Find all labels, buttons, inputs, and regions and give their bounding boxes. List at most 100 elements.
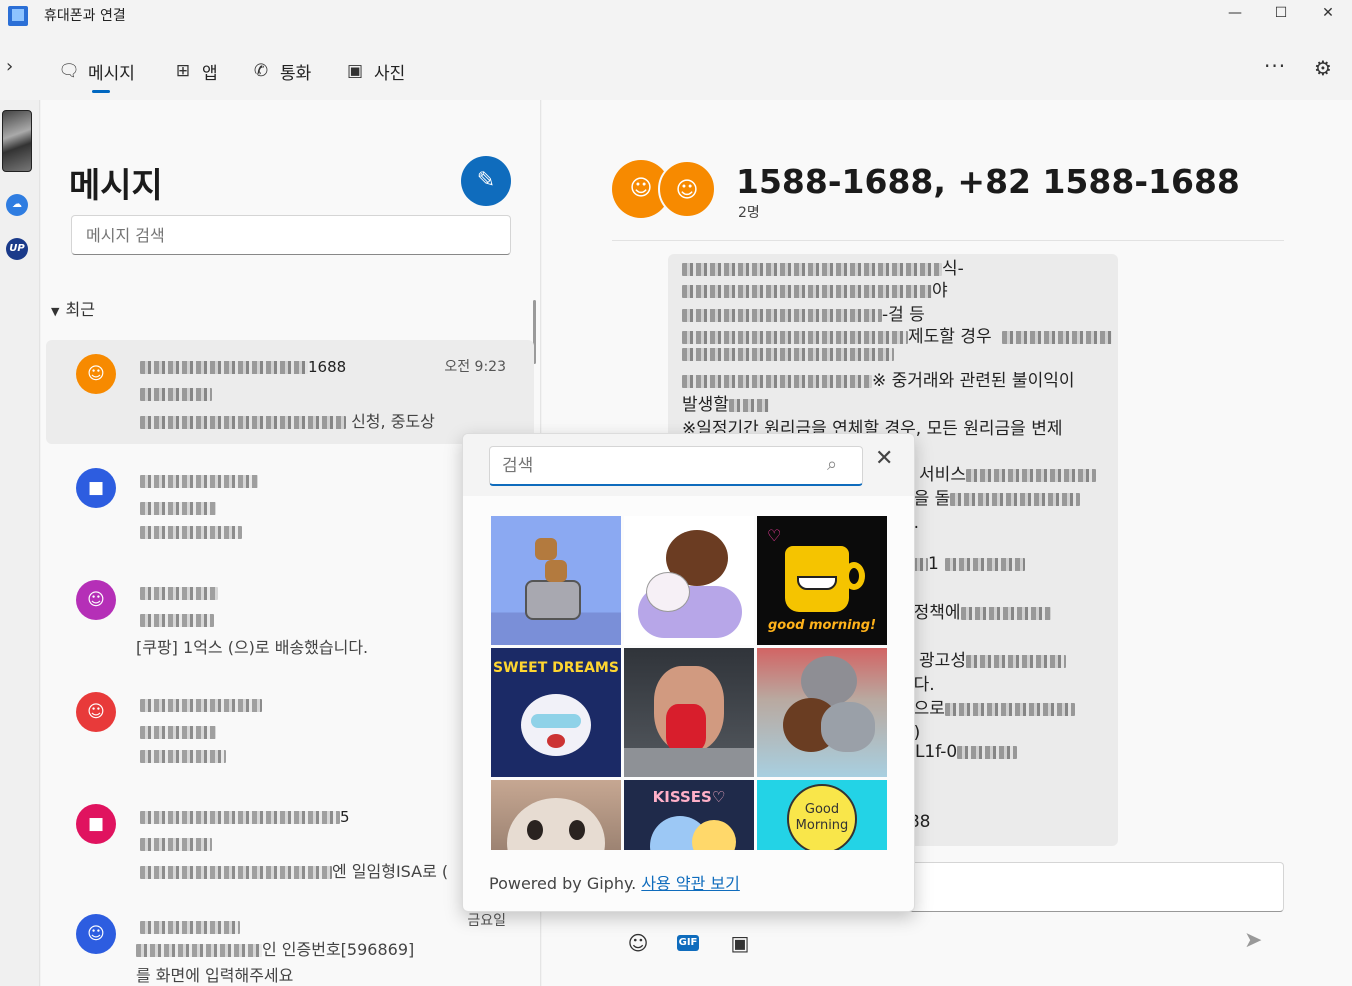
good-morning-gif[interactable]: Good Morning [757, 780, 887, 850]
conversation-name: 1688 [140, 358, 346, 376]
window-title: 휴대폰과 연결 [44, 8, 126, 24]
gear-icon[interactable]: ⚙ [1314, 56, 1332, 80]
close-icon[interactable]: ✕ [875, 446, 893, 471]
compose-button[interactable]: ✎ [461, 156, 511, 206]
conversation-preview: 신청, 중도상 [140, 408, 435, 432]
message-line: 드 광고성 [898, 646, 1066, 671]
conversation-name-text: 5 [340, 808, 350, 826]
conversation-preview [140, 746, 226, 765]
conversation-title: 1588-1688, +82 1588-1688 [736, 162, 1240, 201]
message-line-text: 제도할 경우 [908, 327, 992, 347]
conversation-sender [140, 498, 216, 517]
conversation-item[interactable]: ☺ [46, 678, 534, 782]
conversation-time: 금요일 [467, 913, 506, 929]
conversation-item[interactable]: ☺ [쿠팡] 1억스 (으)로 배송했습니다. [46, 566, 534, 670]
gif-label: GIF [677, 935, 699, 951]
sweet-dreams-gif[interactable]: SWEET DREAMS [491, 648, 621, 777]
coffee-cup-gif[interactable]: ♡ good morning! [757, 516, 887, 645]
conversation-item[interactable]: ■ 5 엔 일임형ISA로 ( [46, 790, 534, 894]
gif-button[interactable]: GIF [674, 930, 702, 956]
recent-section-header[interactable]: ▼ 최근 [51, 296, 95, 320]
conversation-item[interactable]: ☺ 1688 오전 9:23 신청, 중도상 [46, 340, 534, 444]
message-line: 야 [682, 276, 948, 301]
device-rail: ☁ UP [0, 100, 40, 986]
conversation-sender [140, 834, 212, 853]
contact-avatar-icon: ■ [76, 468, 116, 508]
message-line: 들으로 [898, 694, 1075, 719]
gif-caption: good morning! [767, 618, 877, 633]
tab-messages[interactable]: 🗨︎ 메시지 [58, 58, 135, 93]
conversation-name-text: 1688 [308, 358, 347, 376]
toaster-gif[interactable] [491, 516, 621, 645]
gif-search-input[interactable] [489, 446, 863, 486]
image-icon[interactable]: ▣ [726, 930, 754, 956]
tab-calls-label: 통화 [280, 63, 312, 84]
man-crying-gif[interactable] [624, 648, 754, 777]
tab-photos[interactable]: ▣ 사진 [344, 58, 405, 84]
conversation-name [140, 472, 258, 490]
gif-picker: ⌕ ✕ ♡ good morning! SWEET DREAMS [462, 433, 915, 912]
tab-calls[interactable]: ✆ 통화 [250, 58, 311, 84]
terms-link[interactable]: 사용 약관 보기 [641, 874, 740, 893]
cloud-icon[interactable]: ☁ [6, 194, 28, 216]
message-line-text: 발생할 [682, 395, 729, 415]
conversation-item[interactable]: ☺ 금요일 인 인증번호[596869] 를 화면에 입력해주세요 [46, 900, 534, 986]
more-options-button[interactable]: ··· [1264, 54, 1286, 78]
gif-grid: ♡ good morning! SWEET DREAMS KISSES♡ Goo… [491, 516, 887, 850]
message-line [682, 344, 894, 364]
tab-apps-label: 앱 [202, 63, 218, 84]
message-line: 는 서비스 [898, 460, 1096, 485]
conversation-name: 5 [140, 808, 350, 826]
group-avatar-icon: ☺ [76, 354, 116, 394]
cat-teddy-gif[interactable] [757, 648, 887, 777]
gif-caption: SWEET DREAMS [493, 660, 619, 676]
message-line-text: 1 [928, 554, 939, 574]
message-line: 발생할 [682, 390, 769, 415]
search-icon[interactable]: ⌕ [827, 454, 837, 475]
tab-messages-label: 메시지 [88, 63, 135, 84]
phone-link-app-icon [8, 6, 28, 26]
conversation-name [140, 696, 262, 714]
emoji-icon[interactable]: ☺ [624, 930, 652, 956]
gif-caption: Good Morning [795, 802, 849, 833]
bear-bunny-hug-gif[interactable] [624, 516, 754, 645]
conversation-sender [140, 610, 214, 629]
tab-apps[interactable]: ⊞ 앱 [172, 58, 218, 84]
participant-avatar-icon: ☺ [658, 160, 716, 218]
maximize-button[interactable]: ☐ [1258, 0, 1304, 32]
participant-count: 2명 [738, 205, 760, 221]
minimize-button[interactable]: — [1212, 0, 1258, 32]
recent-section-label: 최근 [65, 300, 95, 319]
powered-by-text: Powered by Giphy. [489, 874, 637, 893]
photo-icon: ▣ [346, 61, 364, 81]
message-line: 행을 돌 [898, 484, 1081, 509]
send-icon[interactable]: ➤ [1244, 928, 1262, 953]
message-line: ※ 중거래와 관련된 불이익이 [682, 366, 1075, 391]
contact-avatar-icon: ☺ [76, 580, 116, 620]
compose-icon: ✎ [476, 168, 496, 193]
conversation-item[interactable]: ■ [46, 454, 534, 558]
conversation-name [140, 584, 218, 602]
conversation-preview [140, 522, 242, 541]
message-line-text: 야 [932, 281, 948, 301]
up-badge-icon[interactable]: UP [6, 238, 28, 260]
message-search-input[interactable] [71, 215, 511, 255]
contact-avatar-icon: ☺ [76, 692, 116, 732]
kisses-moon-gif[interactable]: KISSES♡ [624, 780, 754, 850]
apps-icon: ⊞ [175, 61, 191, 81]
message-line-text: ※ 중거래와 관련된 불이익이 [872, 371, 1075, 391]
page-title: 메시지 [69, 166, 163, 206]
conversation-sender [140, 722, 216, 741]
phone-thumbnail-icon[interactable] [2, 110, 32, 172]
message-line: 4-L1f-0 [898, 742, 1018, 762]
gif-picker-footer: Powered by Giphy. 사용 약관 보기 [489, 870, 740, 894]
chevron-right-icon[interactable]: › [6, 56, 13, 77]
conversation-preview: 를 화면에 입력해주세요 [136, 966, 294, 985]
cat-closeup-gif[interactable] [491, 780, 621, 850]
top-navigation: › 🗨︎ 메시지 ⊞ 앱 ✆ 통화 ▣ 사진 ··· ⚙ [0, 40, 1352, 100]
title-bar: 휴대폰과 연결 — ☐ ✕ [0, 0, 1352, 32]
conversation-preview: [쿠팡] 1억스 (으)로 배송했습니다. [136, 638, 369, 657]
close-window-button[interactable]: ✕ [1305, 0, 1351, 32]
conversation-preview-text: 신청, 중도상 [346, 412, 435, 431]
message-line: 업정책에 [898, 598, 1051, 623]
